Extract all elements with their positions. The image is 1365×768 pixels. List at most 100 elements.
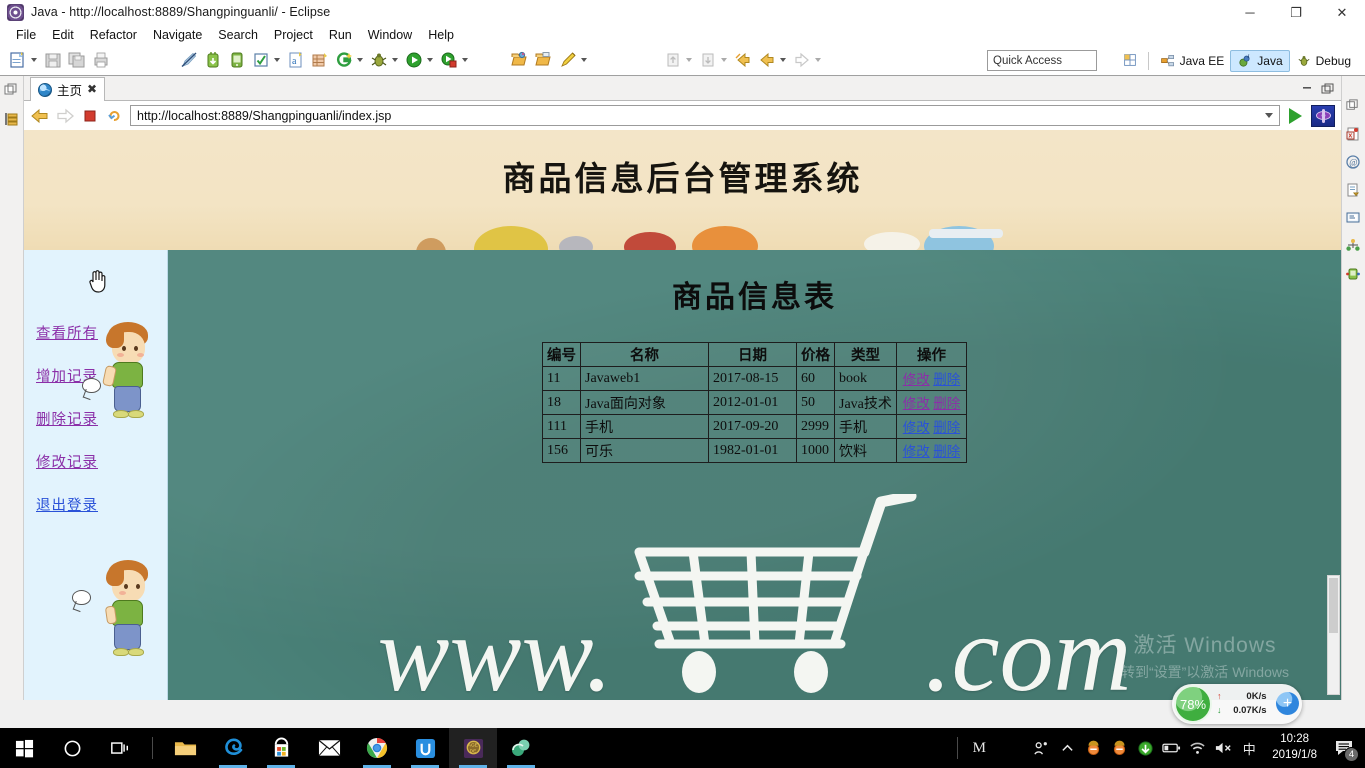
edge-browser-button[interactable]: [209, 728, 257, 768]
delete-link[interactable]: 删除: [933, 396, 960, 411]
restore-right-view-icon[interactable]: [1345, 98, 1362, 115]
age-of-empires-button[interactable]: AGE DE: [449, 728, 497, 768]
checkbox-dropdown-icon[interactable]: [274, 58, 280, 62]
editor-scrollbar[interactable]: [1327, 575, 1340, 695]
edit-link[interactable]: 修改: [903, 420, 930, 435]
url-dropdown-icon[interactable]: [1265, 113, 1273, 118]
microsoft-store-button[interactable]: [257, 728, 305, 768]
network-speed-widget[interactable]: 78% ↑ 0K/s ↓ 0.07K/s +: [1172, 684, 1302, 724]
back-dropdown-icon[interactable]: [780, 58, 786, 62]
servers-view-icon[interactable]: [1345, 238, 1362, 255]
security-icon-2[interactable]: [1106, 728, 1132, 768]
volume-muted-icon[interactable]: [1210, 728, 1236, 768]
edit-link[interactable]: 修改: [903, 444, 930, 459]
android-device-icon[interactable]: [227, 50, 247, 70]
url-input[interactable]: http://localhost:8889/Shangpinguanli/ind…: [130, 105, 1280, 126]
console-view-icon[interactable]: [1345, 210, 1362, 227]
perspective-java-ee[interactable]: Java EE: [1154, 51, 1231, 71]
menu-navigate[interactable]: Navigate: [145, 26, 210, 44]
restore-view-icon[interactable]: [3, 82, 20, 99]
run-external-tools-icon[interactable]: [439, 50, 459, 70]
print-icon[interactable]: [91, 50, 111, 70]
start-button[interactable]: [0, 728, 48, 768]
open-perspective-icon[interactable]: [1121, 51, 1141, 71]
menu-run[interactable]: Run: [321, 26, 360, 44]
perspective-java[interactable]: J Java: [1230, 50, 1290, 72]
security-icon-1[interactable]: [1080, 728, 1106, 768]
javadoc-view-icon[interactable]: [1345, 182, 1362, 199]
wifi-icon[interactable]: [1184, 728, 1210, 768]
widget-expand-button[interactable]: +: [1276, 692, 1299, 715]
editor-restore-icon[interactable]: [1301, 82, 1315, 94]
new-wizard-icon[interactable]: [334, 50, 354, 70]
new-wizard-dropdown-icon[interactable]: [357, 58, 363, 62]
android-download-icon[interactable]: [203, 50, 223, 70]
browser-back-icon[interactable]: [30, 106, 50, 126]
update-icon[interactable]: [1132, 728, 1158, 768]
device-view-icon[interactable]: [1345, 266, 1362, 283]
external-tools-dropdown-icon[interactable]: [462, 58, 468, 62]
new-java-file-icon[interactable]: a: [286, 50, 306, 70]
menu-project[interactable]: Project: [266, 26, 321, 44]
battery-icon[interactable]: [1158, 728, 1184, 768]
back-icon[interactable]: [757, 50, 777, 70]
open-external-browser-button[interactable]: [1311, 104, 1335, 127]
debug-dropdown-icon[interactable]: [392, 58, 398, 62]
menu-search[interactable]: Search: [210, 26, 266, 44]
package-explorer-icon[interactable]: [3, 111, 20, 128]
search-dropdown-icon[interactable]: [581, 58, 587, 62]
edit-link[interactable]: 修改: [903, 372, 930, 387]
browser-stop-icon[interactable]: [80, 106, 100, 126]
delete-link[interactable]: 删除: [933, 372, 960, 387]
eclipse-app-button[interactable]: [497, 728, 545, 768]
new-file-dropdown-icon[interactable]: [31, 58, 37, 62]
uu-app-button[interactable]: [401, 728, 449, 768]
open-resource-icon[interactable]: [534, 50, 554, 70]
editor-tab-home[interactable]: 主页 ✖: [30, 77, 106, 101]
next-dropdown-icon[interactable]: [721, 58, 727, 62]
back-to-icon[interactable]: [733, 50, 753, 70]
tray-m-icon[interactable]: M: [966, 728, 992, 768]
maximize-button[interactable]: ❐: [1273, 0, 1319, 24]
minimize-button[interactable]: ─: [1227, 0, 1273, 24]
quick-access-input[interactable]: Quick Access: [987, 50, 1097, 71]
browser-refresh-icon[interactable]: [105, 106, 125, 126]
task-view-button[interactable]: [96, 728, 144, 768]
menu-file[interactable]: File: [8, 26, 44, 44]
close-button[interactable]: ✕: [1319, 0, 1365, 24]
save-icon[interactable]: [43, 50, 63, 70]
search-pen-icon[interactable]: [558, 50, 578, 70]
file-explorer-button[interactable]: [161, 728, 209, 768]
menu-refactor[interactable]: Refactor: [82, 26, 145, 44]
editor-maximize-icon[interactable]: [1321, 82, 1335, 94]
menu-help[interactable]: Help: [420, 26, 462, 44]
save-all-icon[interactable]: [67, 50, 87, 70]
problems-view-icon[interactable]: x: [1345, 126, 1362, 143]
checkbox-icon[interactable]: [251, 50, 271, 70]
chevron-up-icon[interactable]: [1054, 728, 1080, 768]
edit-link[interactable]: 修改: [903, 396, 930, 411]
menu-window[interactable]: Window: [360, 26, 420, 44]
menu-edit[interactable]: Edit: [44, 26, 82, 44]
open-type-icon[interactable]: [510, 50, 530, 70]
sidebar-item-edit-record[interactable]: 修改记录: [36, 451, 98, 472]
scrollbar-thumb[interactable]: [1329, 578, 1338, 633]
delete-link[interactable]: 删除: [933, 444, 960, 459]
perspective-debug[interactable]: Debug: [1290, 51, 1357, 71]
new-file-icon[interactable]: [8, 50, 28, 70]
new-class-icon[interactable]: [310, 50, 330, 70]
run-icon[interactable]: [404, 50, 424, 70]
run-dropdown-icon[interactable]: [427, 58, 433, 62]
forward-dropdown-icon[interactable]: [815, 58, 821, 62]
mail-app-button[interactable]: [305, 728, 353, 768]
browser-go-icon[interactable]: [1289, 107, 1302, 124]
ime-indicator[interactable]: 中: [1236, 728, 1262, 768]
people-icon[interactable]: [1028, 728, 1054, 768]
previous-dropdown-icon[interactable]: [686, 58, 692, 62]
debug-bug-icon[interactable]: [369, 50, 389, 70]
delete-link[interactable]: 删除: [933, 420, 960, 435]
cortana-button[interactable]: [48, 728, 96, 768]
sidebar-item-logout[interactable]: 退出登录: [36, 494, 98, 515]
taskbar-clock[interactable]: 10:28 2019/1/8: [1262, 728, 1327, 768]
action-center-button[interactable]: 4: [1327, 728, 1361, 768]
